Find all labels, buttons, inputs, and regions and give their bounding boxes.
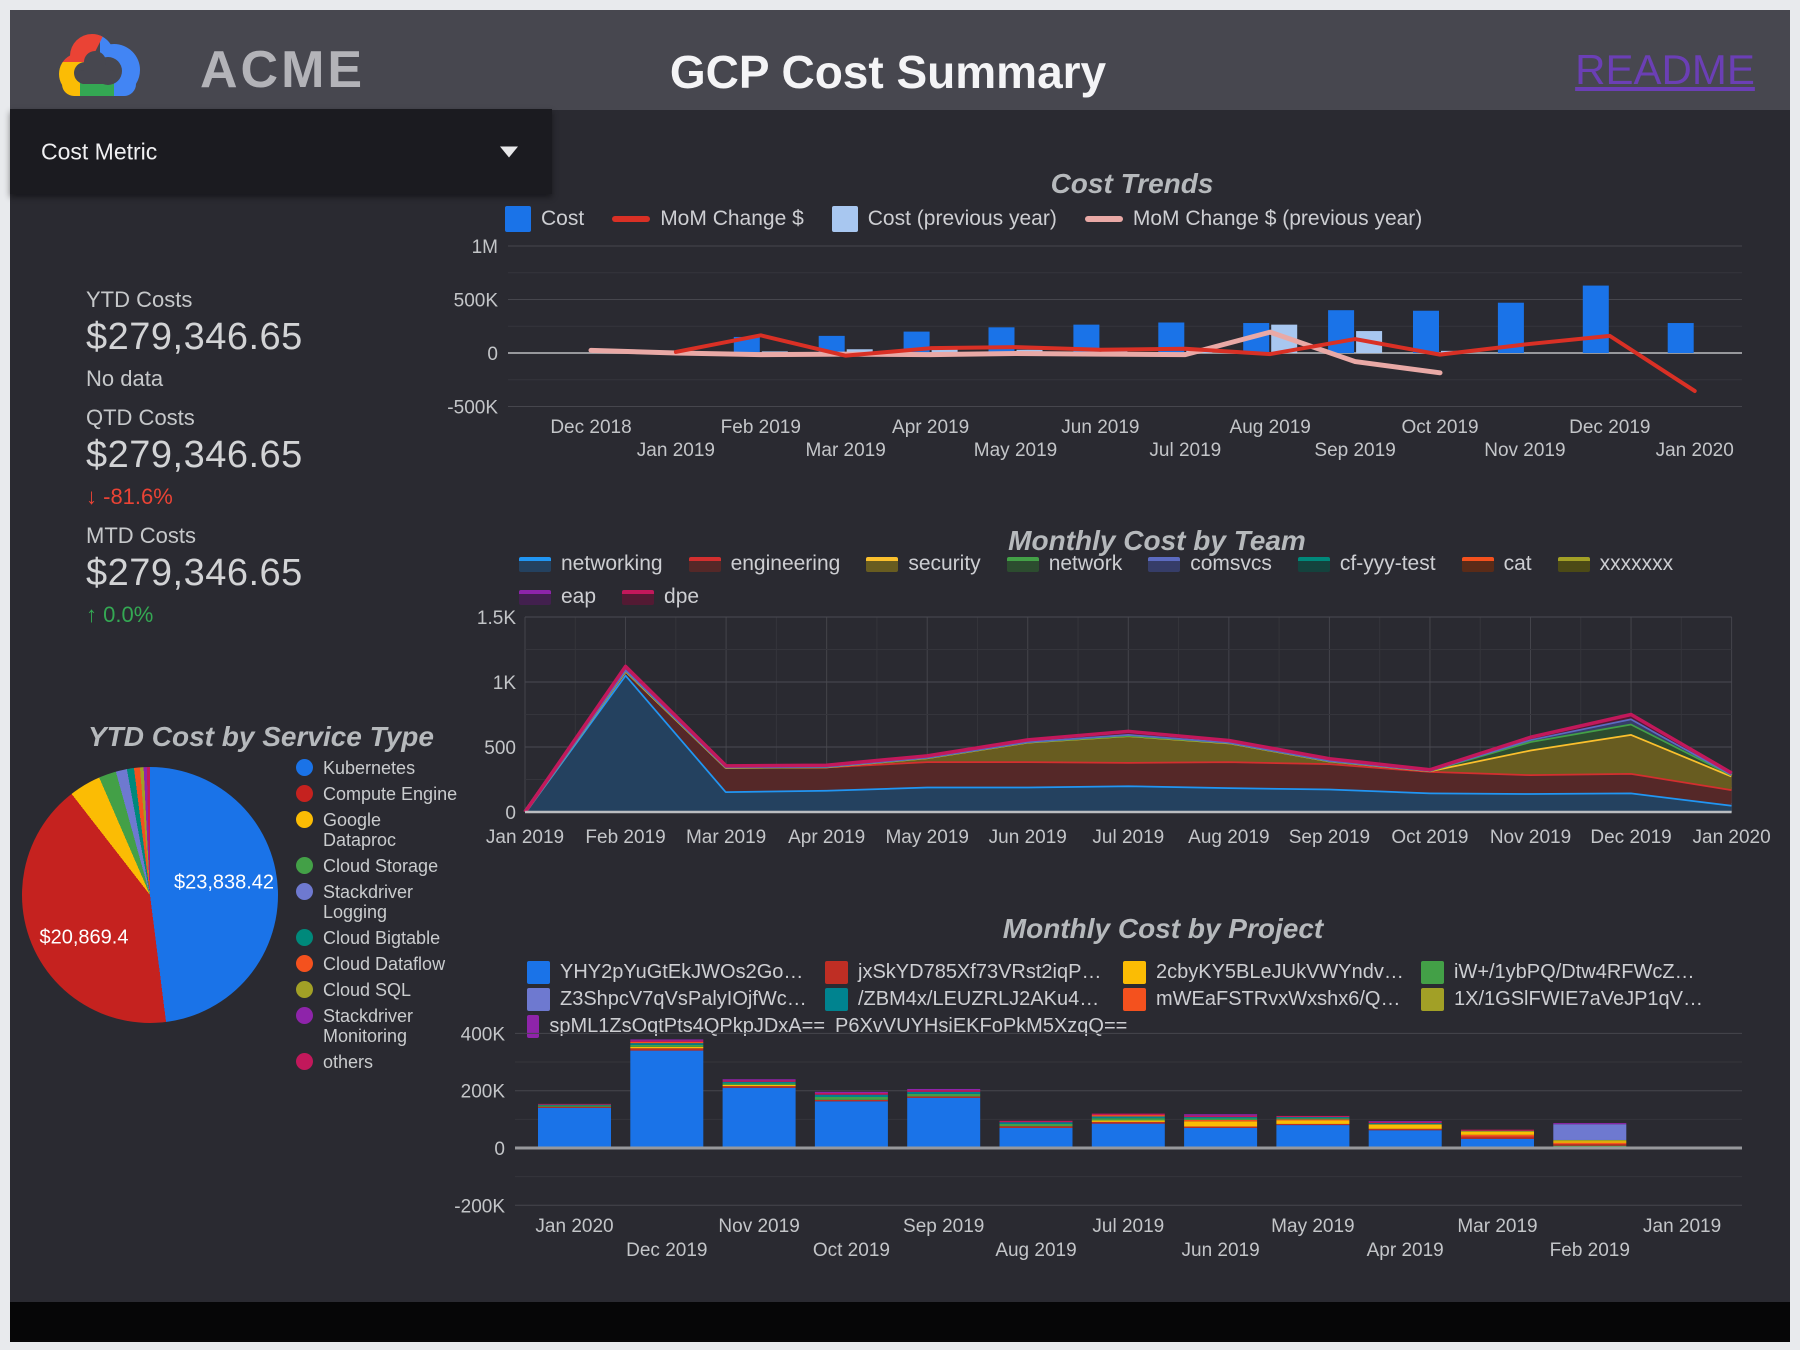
svg-text:Feb 2019: Feb 2019 [721, 417, 801, 438]
svg-text:Aug 2019: Aug 2019 [995, 1240, 1076, 1261]
svg-text:400K: 400K [461, 1024, 506, 1045]
svg-text:May 2019: May 2019 [885, 827, 968, 848]
svg-text:-500K: -500K [447, 398, 498, 419]
svg-text:Nov 2019: Nov 2019 [1490, 827, 1571, 848]
svg-text:Aug 2019: Aug 2019 [1230, 417, 1311, 438]
svg-text:200K: 200K [461, 1082, 506, 1103]
svg-text:Apr 2019: Apr 2019 [788, 827, 865, 848]
svg-text:Jan 2019: Jan 2019 [637, 440, 715, 461]
svg-text:Feb 2019: Feb 2019 [585, 827, 665, 848]
svg-text:Jul 2019: Jul 2019 [1092, 827, 1164, 848]
svg-text:Feb 2019: Feb 2019 [1550, 1240, 1630, 1261]
svg-text:0: 0 [494, 1139, 505, 1160]
svg-text:Dec 2019: Dec 2019 [1590, 827, 1671, 848]
charts-canvas: 1M500K0-500KDec 2018Jan 2019Feb 2019Mar … [447, 237, 1771, 1261]
svg-text:Jun 2019: Jun 2019 [989, 827, 1067, 848]
svg-text:May 2019: May 2019 [1271, 1216, 1354, 1237]
svg-text:Jul 2019: Jul 2019 [1149, 440, 1221, 461]
svg-text:1K: 1K [493, 673, 517, 694]
dashboard: ACME GCP Cost Summary README Cost Metric… [0, 0, 1800, 1350]
svg-text:Jan 2020: Jan 2020 [535, 1216, 613, 1237]
svg-text:Dec 2019: Dec 2019 [626, 1240, 707, 1261]
svg-text:Sep 2019: Sep 2019 [1289, 827, 1370, 848]
svg-text:500: 500 [484, 738, 516, 759]
svg-text:Oct 2019: Oct 2019 [1401, 417, 1478, 438]
svg-text:Jun 2019: Jun 2019 [1182, 1240, 1260, 1261]
svg-text:Sep 2019: Sep 2019 [903, 1216, 984, 1237]
svg-text:Dec 2018: Dec 2018 [550, 417, 631, 438]
svg-text:Jul 2019: Jul 2019 [1092, 1216, 1164, 1237]
svg-text:1M: 1M [472, 237, 498, 258]
svg-text:Oct 2019: Oct 2019 [813, 1240, 890, 1261]
svg-text:Jan 2019: Jan 2019 [486, 827, 564, 848]
svg-text:Mar 2019: Mar 2019 [686, 827, 766, 848]
svg-text:Nov 2019: Nov 2019 [718, 1216, 799, 1237]
svg-text:0: 0 [505, 803, 516, 824]
svg-text:Apr 2019: Apr 2019 [1367, 1240, 1444, 1261]
svg-text:May 2019: May 2019 [974, 440, 1057, 461]
svg-text:Jun 2019: Jun 2019 [1061, 417, 1139, 438]
svg-text:Oct 2019: Oct 2019 [1391, 827, 1468, 848]
svg-text:Mar 2019: Mar 2019 [1457, 1216, 1537, 1237]
svg-text:Aug 2019: Aug 2019 [1188, 827, 1269, 848]
svg-text:Apr 2019: Apr 2019 [892, 417, 969, 438]
svg-text:0: 0 [487, 344, 498, 365]
footer-bar [10, 1302, 1790, 1342]
svg-text:Jan 2019: Jan 2019 [1643, 1216, 1721, 1237]
svg-text:Jan 2020: Jan 2020 [1693, 827, 1771, 848]
svg-text:Dec 2019: Dec 2019 [1569, 417, 1650, 438]
svg-text:Nov 2019: Nov 2019 [1484, 440, 1565, 461]
svg-text:Jan 2020: Jan 2020 [1656, 440, 1734, 461]
svg-text:Sep 2019: Sep 2019 [1314, 440, 1395, 461]
svg-text:500K: 500K [454, 291, 499, 312]
svg-text:1.5K: 1.5K [477, 608, 516, 629]
svg-text:Mar 2019: Mar 2019 [806, 440, 886, 461]
svg-text:-200K: -200K [454, 1196, 505, 1217]
